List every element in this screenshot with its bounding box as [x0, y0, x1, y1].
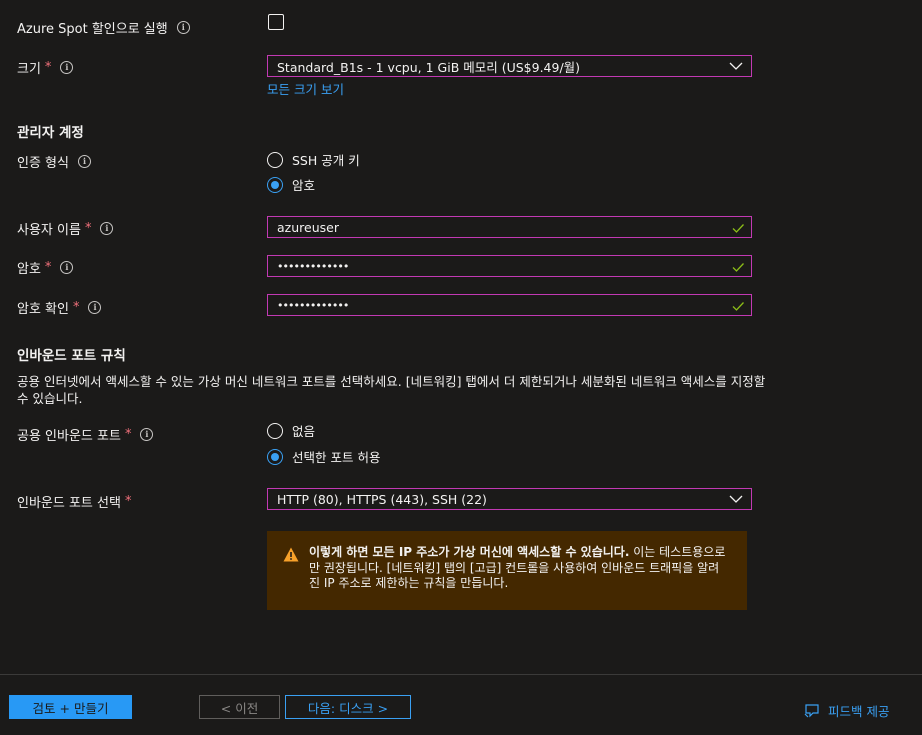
footer-divider	[0, 674, 922, 675]
info-icon[interactable]: i	[176, 21, 190, 34]
checkmark-icon	[732, 302, 744, 311]
size-dropdown[interactable]: Standard_B1s - 1 vcpu, 1 GiB 메모리 (US$9.4…	[267, 55, 752, 77]
info-icon[interactable]: i	[60, 261, 74, 274]
username-input[interactable]: azureuser	[267, 216, 752, 238]
confirm-password-label-text: 암호 확인	[17, 302, 69, 317]
inbound-ports-dropdown[interactable]: HTTP (80), HTTPS (443), SSH (22)	[267, 488, 752, 510]
password-value: •••••••••••••	[277, 259, 349, 273]
size-label: 크기 * i	[17, 58, 74, 77]
confirm-password-input[interactable]: •••••••••••••	[267, 294, 752, 316]
radio-button-selected[interactable]	[267, 176, 283, 193]
radio-button[interactable]	[267, 151, 283, 168]
size-label-text: 크기	[17, 62, 41, 77]
auth-option-ssh: SSH 공개 키	[292, 153, 360, 168]
chevron-down-icon	[729, 62, 743, 70]
admin-heading: 관리자 계정	[17, 125, 84, 141]
checkmark-icon	[732, 263, 744, 272]
confirm-password-label: 암호 확인 * i	[17, 298, 102, 317]
password-label: 암호 * i	[17, 258, 74, 277]
feedback-link[interactable]: 피드백 제공	[804, 701, 889, 720]
required-marker: *	[72, 300, 80, 315]
required-marker: *	[84, 221, 92, 236]
radio-button-selected[interactable]	[267, 448, 283, 465]
see-all-sizes-link[interactable]: 모든 크기 보기	[267, 79, 344, 98]
password-input[interactable]: •••••••••••••	[267, 255, 752, 277]
info-icon[interactable]: i	[88, 301, 102, 314]
inbound-select-label-text: 인바운드 포트 선택	[17, 496, 121, 511]
info-icon[interactable]: i	[60, 61, 74, 74]
info-icon[interactable]: i	[100, 222, 114, 235]
spot-label: Azure Spot 할인으로 실행 i	[17, 18, 190, 37]
warning-banner: 이렇게 하면 모든 IP 주소가 가상 머신에 액세스할 수 있습니다. 이는 …	[267, 531, 747, 610]
auth-radio-password[interactable]: 암호	[267, 175, 315, 194]
required-marker: *	[44, 260, 52, 275]
radio-button[interactable]	[267, 422, 283, 439]
inbound-select-label: 인바운드 포트 선택 *	[17, 492, 131, 511]
confirm-password-value: •••••••••••••	[277, 298, 349, 312]
size-value: Standard_B1s - 1 vcpu, 1 GiB 메모리 (US$9.4…	[277, 59, 581, 75]
feedback-icon	[804, 703, 819, 717]
public-inbound-label-text: 공용 인바운드 포트	[17, 429, 121, 444]
info-icon[interactable]: i	[77, 155, 91, 168]
warning-icon	[283, 547, 299, 562]
previous-button[interactable]: < 이전	[199, 695, 280, 719]
checkmark-icon	[732, 224, 744, 233]
public-radio-none[interactable]: 없음	[267, 421, 315, 440]
inbound-description: 공용 인터넷에서 액세스할 수 있는 가상 머신 네트워크 포트를 선택하세요.…	[17, 374, 766, 406]
username-label-text: 사용자 이름	[17, 223, 81, 238]
auth-type-label: 인증 형식 i	[17, 152, 91, 171]
public-option-allow: 선택한 포트 허용	[292, 450, 381, 465]
public-option-none: 없음	[292, 424, 316, 439]
next-disks-button[interactable]: 다음: 디스크 >	[285, 695, 411, 719]
inbound-ports-value: HTTP (80), HTTPS (443), SSH (22)	[277, 491, 487, 507]
spot-checkbox[interactable]	[268, 14, 284, 30]
review-create-button[interactable]: 검토 + 만들기	[9, 695, 132, 719]
username-label: 사용자 이름 * i	[17, 219, 114, 238]
required-marker: *	[44, 60, 52, 75]
auth-type-label-text: 인증 형식	[17, 156, 69, 171]
spot-label-text: Azure Spot 할인으로 실행	[17, 22, 168, 37]
feedback-label: 피드백 제공	[828, 704, 890, 719]
required-marker: *	[124, 494, 132, 509]
public-inbound-label: 공용 인바운드 포트 * i	[17, 425, 154, 444]
required-marker: *	[124, 427, 132, 442]
username-value: azureuser	[277, 219, 339, 235]
inbound-heading: 인바운드 포트 규칙	[17, 348, 126, 364]
warning-bold-text: 이렇게 하면 모든 IP 주소가 가상 머신에 액세스할 수 있습니다.	[309, 545, 630, 559]
chevron-down-icon	[729, 495, 743, 503]
password-label-text: 암호	[17, 262, 41, 277]
auth-radio-ssh[interactable]: SSH 공개 키	[267, 150, 360, 169]
public-radio-allow[interactable]: 선택한 포트 허용	[267, 447, 380, 466]
info-icon[interactable]: i	[140, 428, 154, 441]
auth-option-password: 암호	[292, 178, 316, 193]
